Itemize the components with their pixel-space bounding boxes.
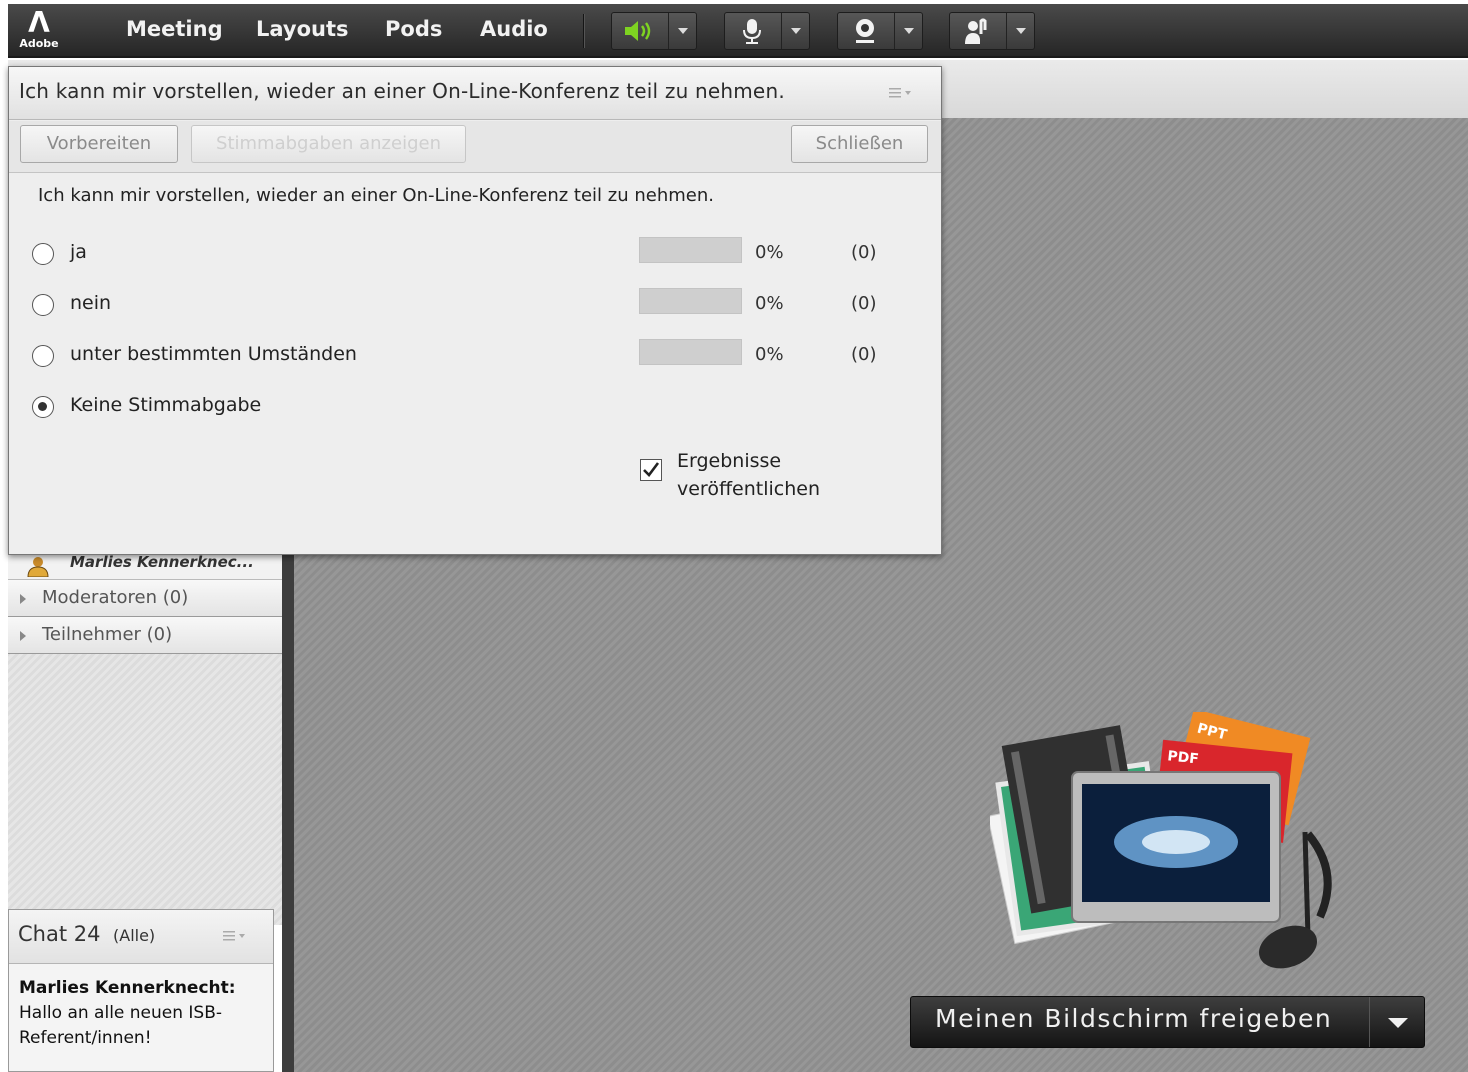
poll-question: Ich kann mir vorstellen, wieder an einer… bbox=[38, 185, 714, 206]
speaker-dropdown[interactable] bbox=[668, 13, 696, 49]
pod-menu-icon[interactable] bbox=[223, 928, 251, 944]
result-percent: 0% bbox=[755, 344, 784, 365]
checkmark-icon bbox=[643, 462, 660, 477]
show-votes-button[interactable]: Stimmabgaben anzeigen bbox=[191, 125, 466, 163]
attendee-pod: Marlies Kennerknec... Moderatoren (0) Te… bbox=[8, 555, 282, 925]
chat-scope: (Alle) bbox=[113, 926, 156, 945]
result-bar bbox=[639, 288, 742, 314]
poll-option[interactable]: ja 0% (0) bbox=[9, 237, 941, 270]
chat-header: Chat 24 (Alle) bbox=[9, 910, 273, 964]
option-label: nein bbox=[70, 292, 112, 314]
chat-text-line: Hallo an alle neuen ISB- bbox=[19, 1003, 223, 1023]
poll-option[interactable]: unter bestimmten Umständen 0% (0) bbox=[9, 339, 941, 372]
chat-message: Marlies Kennerknecht: Hallo an alle neue… bbox=[9, 964, 273, 1051]
radio-button[interactable] bbox=[32, 294, 54, 316]
result-count: (0) bbox=[851, 293, 877, 314]
expand-arrow-icon bbox=[20, 631, 26, 641]
microphone-icon bbox=[725, 13, 779, 49]
poll-button-row: Vorbereiten Stimmabgaben anzeigen Schlie… bbox=[9, 121, 941, 173]
share-screen-label: Meinen Bildschirm freigeben bbox=[935, 1004, 1333, 1033]
pod-divider[interactable] bbox=[282, 555, 294, 1072]
close-button[interactable]: Schließen bbox=[791, 125, 928, 163]
chat-text-line: Referent/innen! bbox=[19, 1028, 152, 1048]
chat-pod: Chat 24 (Alle) Marlies Kennerknecht: Hal… bbox=[8, 909, 274, 1072]
raise-hand-button[interactable] bbox=[949, 12, 1035, 50]
result-percent: 0% bbox=[755, 242, 784, 263]
attendee-name: Marlies Kennerknec... bbox=[70, 553, 254, 571]
result-percent: 0% bbox=[755, 293, 784, 314]
result-bar bbox=[639, 237, 742, 263]
chat-title: Chat 24 bbox=[18, 922, 101, 946]
adobe-logo-text: Adobe bbox=[19, 37, 59, 50]
group-label: Teilnehmer (0) bbox=[42, 624, 173, 645]
publish-results-checkbox[interactable] bbox=[640, 459, 662, 481]
adobe-logo-mark: Λ bbox=[28, 6, 50, 39]
menu-separator bbox=[583, 14, 585, 48]
group-moderators[interactable]: Moderatoren (0) bbox=[8, 580, 282, 617]
share-content-illustration: PPT PDF bbox=[987, 708, 1350, 982]
share-dropdown-icon[interactable] bbox=[1369, 997, 1425, 1047]
option-label: Keine Stimmabgabe bbox=[70, 394, 262, 416]
result-count: (0) bbox=[851, 242, 877, 263]
radio-button[interactable] bbox=[32, 396, 54, 418]
radio-button[interactable] bbox=[32, 243, 54, 265]
poll-title-bar: Ich kann mir vorstellen, wieder an einer… bbox=[9, 67, 941, 120]
menu-layouts[interactable]: Layouts bbox=[256, 4, 349, 58]
prepare-button[interactable]: Vorbereiten bbox=[20, 125, 178, 163]
publish-results-label[interactable]: Ergebnisse veröffentlichen bbox=[677, 447, 820, 503]
microphone-dropdown[interactable] bbox=[781, 13, 809, 49]
share-screen-button[interactable]: Meinen Bildschirm freigeben bbox=[910, 996, 1425, 1048]
expand-arrow-icon bbox=[20, 594, 26, 604]
result-bar bbox=[639, 339, 742, 365]
raise-hand-dropdown[interactable] bbox=[1006, 13, 1034, 49]
chat-author: Marlies Kennerknecht: bbox=[19, 978, 236, 998]
publish-label-line: Ergebnisse bbox=[677, 450, 782, 472]
radio-button[interactable] bbox=[32, 345, 54, 367]
publish-label-line: veröffentlichen bbox=[677, 478, 821, 500]
speaker-icon bbox=[612, 13, 666, 49]
option-label: ja bbox=[70, 241, 87, 263]
adobe-logo: Λ Adobe bbox=[18, 8, 60, 54]
group-label: Moderatoren (0) bbox=[42, 587, 189, 608]
poll-option[interactable]: nein 0% (0) bbox=[9, 288, 941, 321]
group-participants[interactable]: Teilnehmer (0) bbox=[8, 617, 282, 654]
speaker-button[interactable] bbox=[611, 12, 697, 50]
menu-audio[interactable]: Audio bbox=[480, 4, 548, 58]
host-avatar-icon bbox=[26, 555, 49, 578]
poll-option[interactable]: Keine Stimmabgabe bbox=[9, 393, 941, 423]
raise-hand-icon bbox=[950, 13, 1004, 49]
pdf-label: PDF bbox=[1167, 748, 1200, 767]
microphone-button[interactable] bbox=[724, 12, 810, 50]
poll-pod: Ich kann mir vorstellen, wieder an einer… bbox=[8, 66, 942, 555]
menu-pods[interactable]: Pods bbox=[385, 4, 442, 58]
webcam-button[interactable] bbox=[837, 12, 923, 50]
attendee-current-user[interactable]: Marlies Kennerknec... bbox=[8, 555, 282, 580]
poll-title: Ich kann mir vorstellen, wieder an einer… bbox=[19, 79, 785, 103]
main-menu-bar: Λ Adobe Meeting Layouts Pods Audio bbox=[8, 4, 1468, 58]
webcam-dropdown[interactable] bbox=[894, 13, 922, 49]
result-count: (0) bbox=[851, 344, 877, 365]
pod-menu-icon[interactable] bbox=[889, 85, 917, 101]
option-label: unter bestimmten Umständen bbox=[70, 343, 357, 365]
menu-meeting[interactable]: Meeting bbox=[126, 4, 223, 58]
webcam-icon bbox=[838, 13, 892, 49]
